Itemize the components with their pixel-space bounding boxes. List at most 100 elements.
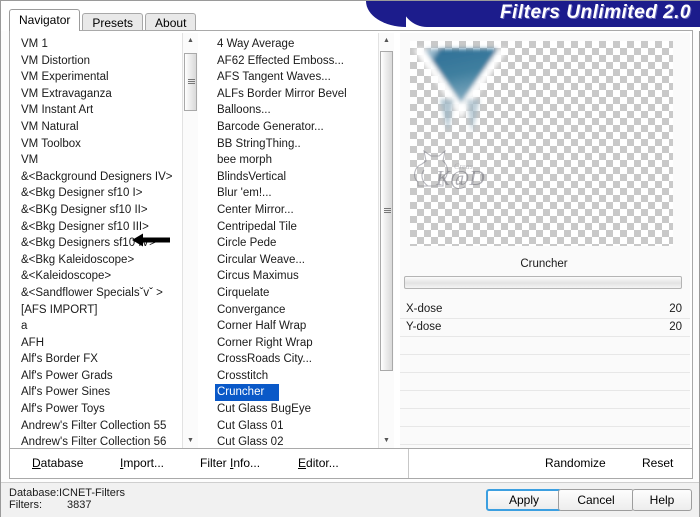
filter-item[interactable]: Cirquelate (208, 285, 376, 302)
filter-item[interactable]: Convergance (208, 302, 376, 319)
filter-item[interactable]: Corner Right Wrap (208, 335, 376, 352)
category-item[interactable]: &<Sandflower Specialsˇvˇ > (12, 285, 180, 302)
filters-count: 3837 (67, 499, 92, 511)
parameter-row-empty (400, 373, 690, 391)
database-value: ICNET-Filters (59, 487, 125, 499)
category-item[interactable]: VM Toolbox (12, 136, 180, 153)
scroll-grip-icon (188, 79, 195, 85)
tab-strip: Navigator Presets About (9, 9, 198, 31)
scroll-thumb[interactable] (184, 53, 197, 111)
category-item[interactable]: VM 1 (12, 36, 180, 53)
category-item[interactable]: AFH (12, 335, 180, 352)
category-item[interactable]: VM (12, 152, 180, 169)
scroll-thumb[interactable] (380, 51, 393, 371)
scroll-grip-icon (384, 208, 391, 214)
preview-triangle-icon (414, 49, 508, 133)
filter-item[interactable]: 4 Way Average (208, 36, 376, 53)
filter-item[interactable]: Barcode Generator... (208, 119, 376, 136)
category-item[interactable]: &<Kaleidoscope> (12, 268, 180, 285)
parameter-name: X-dose (406, 303, 443, 315)
scroll-down-icon[interactable]: ▼ (183, 433, 198, 448)
tab-about[interactable]: About (145, 13, 197, 31)
category-item[interactable]: &<BKg Designer sf10 II> (12, 202, 180, 219)
category-item[interactable]: &<Background Designers IV> (12, 169, 180, 186)
parameter-row-empty (400, 355, 690, 373)
filter-item[interactable]: BlindsVertical (208, 169, 376, 186)
parameter-row[interactable]: X-dose 20 (400, 301, 690, 319)
parameter-row-empty (400, 337, 690, 355)
parameter-table: X-dose 20 Y-dose 20 (400, 301, 690, 445)
filter-item[interactable]: Circus Maximus (208, 268, 376, 285)
scroll-down-icon[interactable]: ▼ (379, 433, 394, 448)
category-scrollbar[interactable]: ▲ ▼ (182, 33, 198, 448)
filter-item-selected[interactable]: Cruncher (215, 384, 279, 402)
parameter-value: 20 (669, 321, 682, 333)
filter-item[interactable]: AFS Tangent Waves... (208, 69, 376, 86)
randomize-button[interactable]: Randomize (545, 456, 606, 470)
filter-item[interactable]: Center Mirror... (208, 202, 376, 219)
category-item[interactable]: Alf's Border FX (12, 351, 180, 368)
category-item[interactable]: VM Extravaganza (12, 86, 180, 103)
import-button[interactable]: Import... (120, 456, 164, 470)
parameter-row[interactable]: Y-dose 20 (400, 319, 690, 337)
tab-navigator[interactable]: Navigator (9, 9, 81, 31)
parameter-row-empty (400, 409, 690, 427)
filter-item[interactable]: ALFs Border Mirror Bevel (208, 86, 376, 103)
filter-item[interactable]: Cut Glass BugEye (208, 401, 376, 418)
filter-scrollbar[interactable]: ▲ ▼ (378, 33, 394, 448)
filter-item[interactable]: Circle Pede (208, 235, 376, 252)
category-item[interactable]: VM Experimental (12, 69, 180, 86)
category-item[interactable]: Andrew's Filter Collection 55 (12, 418, 180, 435)
filter-item[interactable]: Crosstitch (208, 368, 376, 385)
preview-canvas[interactable] (410, 41, 673, 246)
filter-item[interactable]: Corner Half Wrap (208, 318, 376, 335)
category-item[interactable]: VM Instant Art (12, 102, 180, 119)
help-button[interactable]: Help (632, 489, 692, 511)
apply-button[interactable]: Apply (486, 489, 562, 511)
filter-item[interactable]: Cut Glass 01 (208, 418, 376, 435)
filter-listbox[interactable]: 4 Way Average AF62 Effected Emboss... AFS … (208, 33, 394, 448)
tab-presets[interactable]: Presets (82, 13, 144, 31)
filters-unlimited-window: Filters Unlimited 2.0 Navigator Presets … (0, 0, 700, 517)
category-item[interactable]: Alf's Power Grads (12, 368, 180, 385)
filter-item[interactable]: CrossRoads City... (208, 351, 376, 368)
filter-item[interactable]: BB StringThing.. (208, 136, 376, 153)
watermark-sub: Creas (454, 162, 473, 171)
parameter-row-empty (400, 391, 690, 409)
status-bar: Database: ICNET-Filters Filters: 3837 Ap… (1, 482, 699, 517)
parameter-name: Y-dose (406, 321, 442, 333)
parameter-value: 20 (669, 303, 682, 315)
filter-item[interactable]: Cut Glass 02 (208, 434, 376, 448)
filter-items: 4 Way Average AF62 Effected Emboss... AFS … (208, 36, 376, 448)
pointer-arrow-icon (132, 233, 170, 247)
scroll-up-icon[interactable]: ▲ (379, 33, 394, 48)
category-item[interactable]: &<Bkg Designer sf10 I> (12, 185, 180, 202)
filter-intensity-slider[interactable] (404, 276, 682, 289)
category-item[interactable]: a (12, 318, 180, 335)
category-item[interactable]: VM Distortion (12, 53, 180, 70)
category-item[interactable]: Andrew's Filter Collection 56 (12, 434, 180, 448)
category-listbox[interactable]: VM 1 VM Distortion VM Experimental VM Extra… (12, 33, 198, 448)
editor-button[interactable]: Editor... (298, 456, 339, 470)
category-item[interactable]: VM Natural (12, 119, 180, 136)
category-item[interactable]: Alf's Power Toys (12, 401, 180, 418)
filter-item[interactable]: Balloons... (208, 102, 376, 119)
category-item[interactable]: Alf's Power Sines (12, 384, 180, 401)
filter-item[interactable]: Circular Weave... (208, 252, 376, 269)
cancel-button[interactable]: Cancel (558, 489, 634, 511)
filter-item[interactable]: Centripedal Tile (208, 219, 376, 236)
active-filter-title: Cruncher (520, 258, 568, 270)
reset-button[interactable]: Reset (642, 456, 673, 470)
scroll-up-icon[interactable]: ▲ (183, 33, 198, 48)
category-item[interactable]: &<Bkg Kaleidoscope> (12, 252, 180, 269)
filters-label: Filters: (9, 499, 42, 511)
filter-item[interactable]: AF62 Effected Emboss... (208, 53, 376, 70)
filter-info-button[interactable]: Filter Info... (200, 456, 260, 470)
filter-item[interactable]: Blur 'em!... (208, 185, 376, 202)
database-button[interactable]: Database (32, 456, 83, 470)
filter-item[interactable]: bee morph (208, 152, 376, 169)
category-item[interactable]: [AFS IMPORT] (12, 302, 180, 319)
kad-watermark-icon: K@D Creas (413, 149, 485, 190)
banner-curve (366, 1, 406, 27)
action-bar: Database Import... Filter Info... Editor… (9, 449, 693, 479)
